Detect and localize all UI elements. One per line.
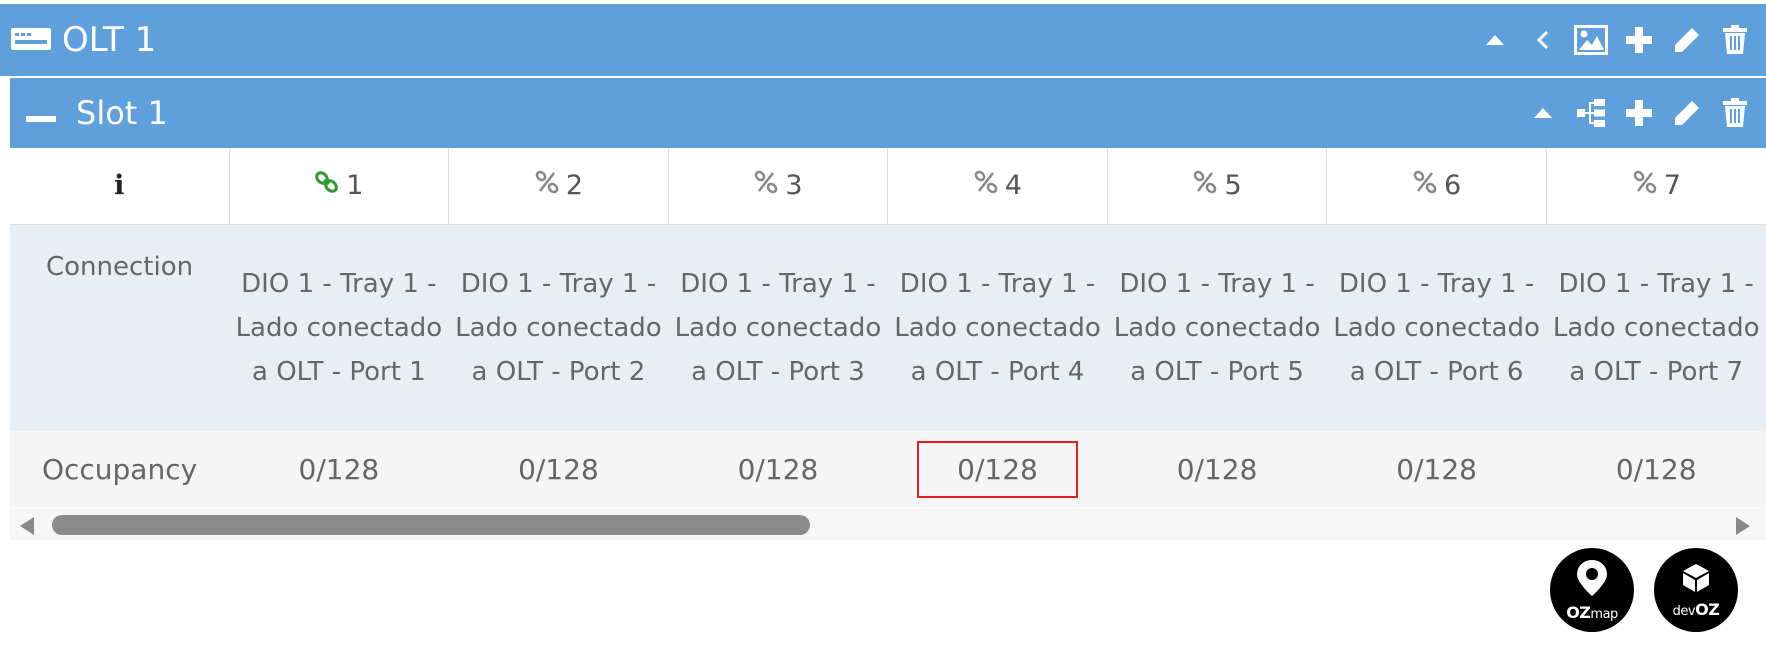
connection-text: DIO 1 - Tray 1 - Lado conectado a OLT - … bbox=[1552, 268, 1760, 387]
ozmap-logo-text: OZmap bbox=[1566, 602, 1618, 622]
scroll-right-arrow-icon[interactable] bbox=[1736, 517, 1750, 535]
connection-text: DIO 1 - Tray 1 - Lado conectado a OLT - … bbox=[235, 268, 443, 387]
connection-cell[interactable]: DIO 1 - Tray 1 - Lado conectado a OLT - … bbox=[1326, 224, 1547, 431]
link-broken-icon bbox=[534, 170, 560, 201]
image-icon[interactable] bbox=[1574, 23, 1608, 57]
port-number: 7 bbox=[1663, 170, 1682, 202]
occupancy-cell[interactable]: 0/128 bbox=[448, 431, 669, 507]
occupancy-cell[interactable]: 0/128 bbox=[1546, 431, 1766, 507]
link-broken-icon bbox=[973, 170, 999, 201]
occupancy-cell[interactable]: 0/128 bbox=[668, 431, 888, 507]
devoz-logo: devOZ bbox=[1654, 548, 1738, 632]
scrollbar-thumb[interactable] bbox=[52, 515, 810, 535]
occupancy-cell-highlighted[interactable]: 0/128 bbox=[887, 431, 1108, 507]
link-broken-icon bbox=[1192, 170, 1218, 201]
slot-header: Slot 1 bbox=[10, 78, 1766, 148]
table-header-row: i 1 2 3 4 5 6 7 bbox=[10, 148, 1766, 225]
port-number: 4 bbox=[1004, 170, 1023, 202]
scroll-left-arrow-icon[interactable] bbox=[20, 517, 34, 535]
add-icon[interactable] bbox=[1622, 96, 1656, 130]
port-number: 3 bbox=[785, 170, 803, 202]
port-number: 1 bbox=[346, 170, 364, 202]
occupancy-value-highlighted: 0/128 bbox=[917, 440, 1078, 498]
edit-pencil-icon[interactable] bbox=[1670, 23, 1704, 57]
port-header[interactable]: 7 bbox=[1545, 148, 1766, 225]
map-pin-icon bbox=[1575, 559, 1609, 601]
add-icon[interactable] bbox=[1622, 23, 1656, 57]
connection-text: DIO 1 - Tray 1 - Lado conectado a OLT - … bbox=[1333, 268, 1540, 387]
port-number: 5 bbox=[1224, 170, 1242, 202]
delete-trash-icon[interactable] bbox=[1718, 23, 1752, 57]
row-label-connection: Connection bbox=[10, 224, 230, 431]
port-header[interactable]: 6 bbox=[1326, 148, 1547, 225]
occupancy-value: 0/128 bbox=[1396, 452, 1477, 486]
connection-row: Connection DIO 1 - Tray 1 - Lado conecta… bbox=[10, 224, 1766, 431]
devoz-logo-text: devOZ bbox=[1672, 599, 1720, 619]
connection-text: DIO 1 - Tray 1 - Lado conectado a OLT - … bbox=[674, 268, 882, 387]
horizontal-scrollbar[interactable] bbox=[10, 508, 1766, 540]
port-header[interactable]: 1 bbox=[228, 148, 449, 225]
ports-table-container: i 1 2 3 4 5 6 7 Connection DIO 1 - Tray … bbox=[10, 148, 1766, 540]
edit-pencil-icon[interactable] bbox=[1670, 96, 1704, 130]
link-connected-icon bbox=[314, 170, 340, 201]
slot-actions bbox=[1526, 78, 1752, 148]
delete-trash-icon[interactable] bbox=[1718, 96, 1752, 130]
link-broken-icon bbox=[1412, 170, 1438, 201]
connection-cell[interactable]: DIO 1 - Tray 1 - Lado conectado a OLT - … bbox=[1107, 224, 1327, 431]
olt-actions bbox=[1478, 4, 1752, 76]
info-header: i bbox=[10, 148, 230, 225]
port-number: 2 bbox=[565, 170, 583, 202]
connection-cell[interactable]: DIO 1 - Tray 1 - Lado conectado a OLT - … bbox=[1546, 224, 1766, 431]
olt-title: OLT 1 bbox=[10, 20, 156, 60]
port-header[interactable]: 5 bbox=[1106, 148, 1327, 225]
occupancy-cell[interactable]: 0/128 bbox=[1107, 431, 1327, 507]
olt-title-text: OLT 1 bbox=[62, 20, 157, 60]
info-icon: i bbox=[114, 170, 125, 202]
occupancy-row: Occupancy 0/128 0/128 0/128 0/128 0/128 … bbox=[10, 431, 1766, 507]
slot-title-text: Slot 1 bbox=[76, 94, 168, 132]
olt-device-icon bbox=[10, 20, 52, 60]
connection-cell[interactable]: DIO 1 - Tray 1 - Lado conectado a OLT - … bbox=[668, 224, 888, 431]
connection-cell[interactable]: DIO 1 - Tray 1 - Lado conectado a OLT - … bbox=[448, 224, 669, 431]
connection-cell[interactable]: DIO 1 - Tray 1 - Lado conectado a OLT - … bbox=[887, 224, 1108, 431]
port-header[interactable]: 2 bbox=[448, 148, 669, 225]
link-broken-icon bbox=[753, 170, 779, 201]
collapse-up-icon[interactable] bbox=[1526, 96, 1560, 130]
connection-text: DIO 1 - Tray 1 - Lado conectado a OLT - … bbox=[894, 268, 1101, 387]
occupancy-cell[interactable]: 0/128 bbox=[229, 431, 449, 507]
port-header[interactable]: 4 bbox=[887, 148, 1108, 225]
occupancy-value: 0/128 bbox=[518, 452, 599, 486]
occupancy-value: 0/128 bbox=[1615, 452, 1697, 486]
occupancy-value: 0/128 bbox=[298, 452, 380, 486]
occupancy-value: 0/128 bbox=[737, 452, 819, 486]
olt-header: OLT 1 bbox=[0, 4, 1766, 76]
occupancy-cell[interactable]: 0/128 bbox=[1326, 431, 1547, 507]
tree-structure-icon[interactable] bbox=[1574, 96, 1608, 130]
connection-text: DIO 1 - Tray 1 - Lado conectado a OLT - … bbox=[455, 268, 662, 387]
link-broken-icon bbox=[1632, 170, 1658, 201]
ozmap-logo: OZmap bbox=[1550, 548, 1634, 632]
port-number: 6 bbox=[1444, 170, 1462, 202]
chevron-left-icon[interactable] bbox=[1526, 23, 1560, 57]
connection-text: DIO 1 - Tray 1 - Lado conectado a OLT - … bbox=[1113, 268, 1321, 387]
slot-title: Slot 1 bbox=[26, 94, 168, 132]
row-label-occupancy: Occupancy bbox=[10, 431, 230, 507]
collapse-up-icon[interactable] bbox=[1478, 23, 1512, 57]
connection-cell[interactable]: DIO 1 - Tray 1 - Lado conectado a OLT - … bbox=[229, 224, 449, 431]
port-header[interactable]: 3 bbox=[667, 148, 888, 225]
cube-icon bbox=[1680, 562, 1712, 598]
collapse-minus-icon[interactable] bbox=[26, 94, 56, 132]
occupancy-value: 0/128 bbox=[1176, 452, 1258, 486]
ports-table: i 1 2 3 4 5 6 7 Connection DIO 1 - Tray … bbox=[10, 148, 1766, 507]
